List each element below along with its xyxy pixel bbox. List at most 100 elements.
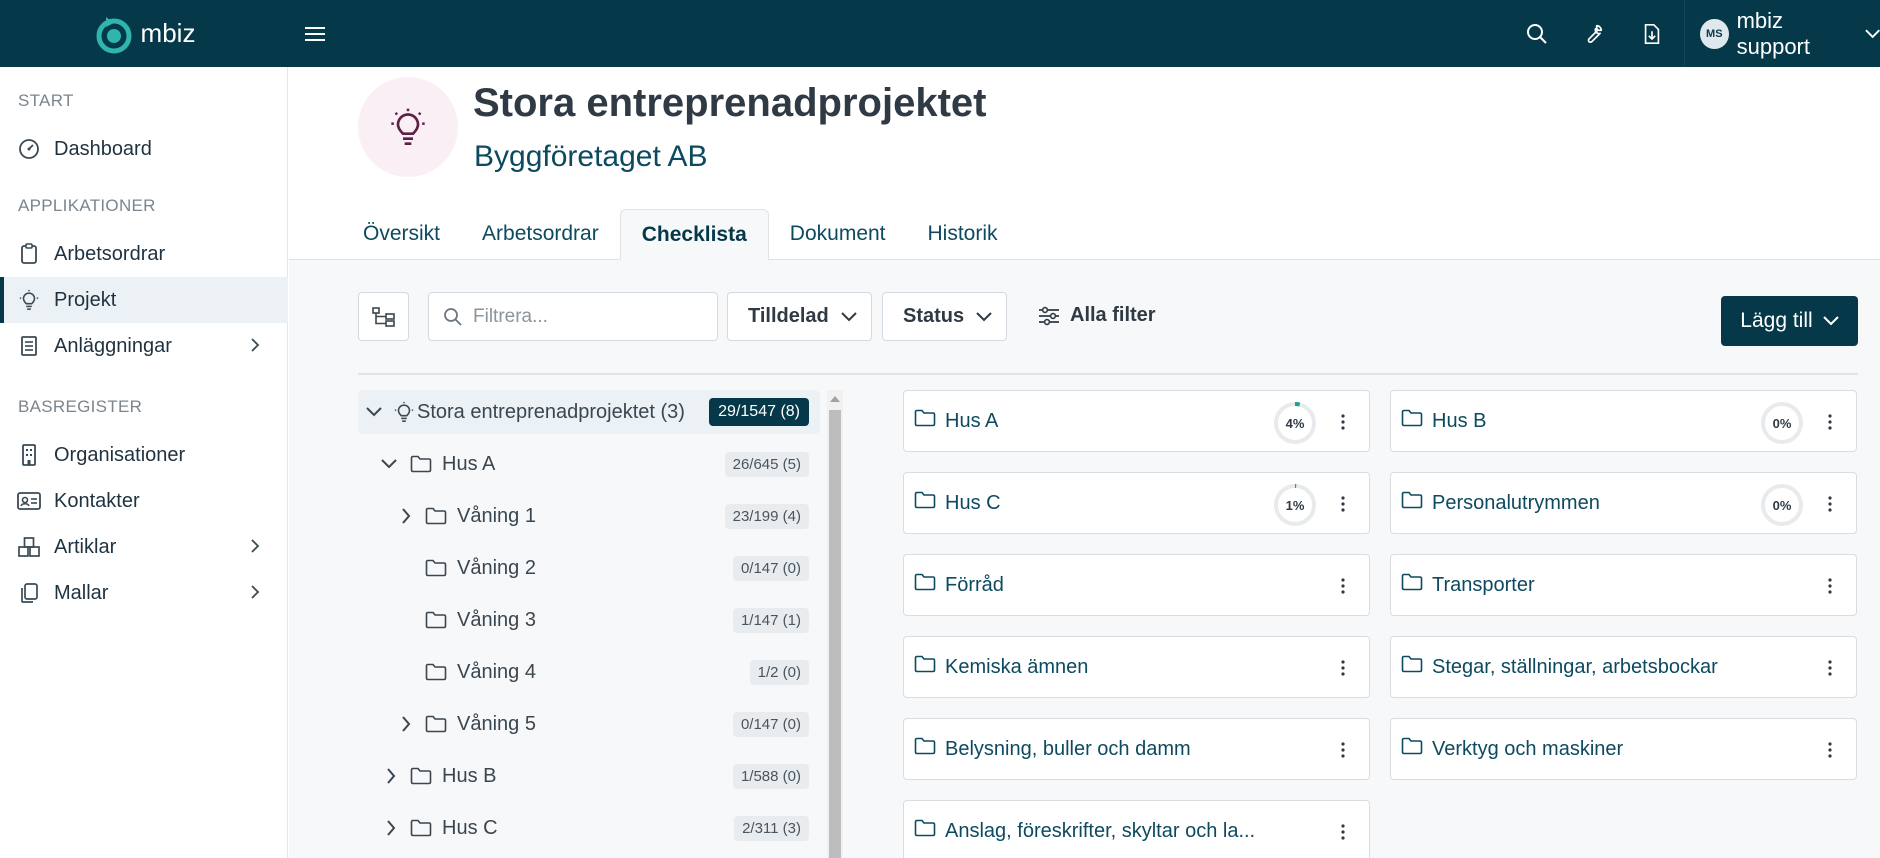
tree-node-count: 1/588 (0) xyxy=(732,763,809,789)
tree-view-toggle-button[interactable] xyxy=(358,292,409,341)
avatar: MS xyxy=(1700,18,1729,49)
sidebar-item-label: Anläggningar xyxy=(54,334,172,357)
hamburger-icon xyxy=(305,27,325,41)
assigned-dropdown-label: Tilldelad xyxy=(748,305,829,327)
tree-node-vaning-2[interactable]: Våning 2 0/147 (0) xyxy=(358,546,820,590)
chevron-right-icon[interactable] xyxy=(379,816,403,840)
add-button[interactable]: Lägg till xyxy=(1721,296,1858,346)
chevron-right-icon[interactable] xyxy=(379,764,403,788)
lightbulb-icon xyxy=(392,400,416,424)
all-filters-button[interactable]: Alla filter xyxy=(1038,304,1156,327)
chevron-down-icon xyxy=(841,311,857,321)
scroll-up-arrow-icon[interactable] xyxy=(830,396,840,402)
filter-text-field[interactable] xyxy=(473,305,693,328)
folder-icon xyxy=(1401,655,1423,673)
more-options-icon[interactable] xyxy=(1820,575,1840,597)
tree-node-count: 2/311 (3) xyxy=(734,815,809,841)
download-button[interactable] xyxy=(1635,17,1669,51)
tree-node-label: Våning 2 xyxy=(457,556,536,579)
checklist-card[interactable]: Anslag, föreskrifter, skyltar och la... xyxy=(903,800,1370,858)
tree-node-vaning-1[interactable]: Våning 1 23/199 (4) xyxy=(358,494,820,538)
tree-node-count: 29/1547 (8) xyxy=(709,398,809,426)
tree-node-root[interactable]: Stora entreprenadprojektet (3) 29/1547 (… xyxy=(358,390,820,434)
checklist-card[interactable]: Personalutrymmen 0% xyxy=(1390,472,1857,534)
file-download-icon xyxy=(1644,24,1660,44)
chevron-down-icon[interactable] xyxy=(377,452,401,476)
tree-node-hus-b[interactable]: Hus B 1/588 (0) xyxy=(358,754,820,798)
search-button[interactable] xyxy=(1520,17,1554,51)
checklist-card[interactable]: Kemiska ämnen xyxy=(903,636,1370,698)
boxes-icon xyxy=(17,535,41,559)
folder-icon xyxy=(914,409,936,427)
more-options-icon[interactable] xyxy=(1333,739,1353,761)
chevron-right-icon[interactable] xyxy=(394,712,418,736)
more-options-icon[interactable] xyxy=(1333,411,1353,433)
section-applikationer: APPLIKATIONER xyxy=(18,196,156,215)
tab-dokument[interactable]: Dokument xyxy=(769,208,907,260)
checklist-card[interactable]: Hus B 0% xyxy=(1390,390,1857,452)
tab-bar: Översikt Arbetsordrar Checklista Dokumen… xyxy=(342,208,1019,261)
office-building-icon xyxy=(17,443,41,467)
folder-icon xyxy=(1401,573,1423,591)
tab-historik[interactable]: Historik xyxy=(907,208,1019,260)
folder-icon xyxy=(914,573,936,591)
checklist-card[interactable]: Transporter xyxy=(1390,554,1857,616)
sidebar-item-mallar[interactable]: Mallar xyxy=(0,570,288,616)
sliders-icon xyxy=(1039,306,1059,325)
sidebar-item-projekt[interactable]: Projekt xyxy=(0,277,288,323)
sidebar-item-anlaggningar[interactable]: Anläggningar xyxy=(0,323,288,369)
card-label: Stegar, ställningar, arbetsbockar xyxy=(1432,655,1718,678)
user-menu[interactable]: MS mbiz support xyxy=(1684,0,1880,67)
checklist-card[interactable]: Hus A 4% xyxy=(903,390,1370,452)
folder-icon xyxy=(409,816,433,840)
status-dropdown[interactable]: Status xyxy=(882,292,1008,341)
checklist-card[interactable]: Belysning, buller och damm xyxy=(903,718,1370,780)
sidebar-item-artiklar[interactable]: Artiklar xyxy=(0,524,288,570)
clipboard-icon xyxy=(17,242,41,266)
tab-arbetsordrar[interactable]: Arbetsordrar xyxy=(461,208,620,260)
scroll-thumb[interactable] xyxy=(829,410,841,858)
more-options-icon[interactable] xyxy=(1820,657,1840,679)
menu-toggle-button[interactable] xyxy=(300,19,330,49)
more-options-icon[interactable] xyxy=(1820,739,1840,761)
more-options-icon[interactable] xyxy=(1333,821,1353,843)
tree-node-vaning-3[interactable]: Våning 3 1/147 (1) xyxy=(358,598,820,642)
sidebar-item-label: Projekt xyxy=(54,288,117,311)
search-icon xyxy=(444,307,462,326)
tree-node-vaning-4[interactable]: Våning 4 1/2 (0) xyxy=(358,650,820,694)
sidebar-item-kontakter[interactable]: Kontakter xyxy=(0,478,288,524)
more-options-icon[interactable] xyxy=(1333,657,1353,679)
more-options-icon[interactable] xyxy=(1333,575,1353,597)
filter-input[interactable] xyxy=(428,292,718,341)
tree-node-vaning-5[interactable]: Våning 5 0/147 (0) xyxy=(358,702,820,746)
sidebar-item-organisationer[interactable]: Organisationer xyxy=(0,432,288,478)
sidebar-item-label: Kontakter xyxy=(54,489,140,512)
brand-logo[interactable]: mbiz xyxy=(0,0,288,67)
sidebar-item-dashboard[interactable]: Dashboard xyxy=(0,126,288,172)
checklist-card[interactable]: Hus C 1% xyxy=(903,472,1370,534)
chevron-right-icon[interactable] xyxy=(394,504,418,528)
checklist-card[interactable]: Verktyg och maskiner xyxy=(1390,718,1857,780)
checklist-card[interactable]: Förråd xyxy=(903,554,1370,616)
tab-checklista[interactable]: Checklista xyxy=(619,209,769,261)
card-label: Personalutrymmen xyxy=(1432,491,1600,514)
checklist-card[interactable]: Stegar, ställningar, arbetsbockar xyxy=(1390,636,1857,698)
more-options-icon[interactable] xyxy=(1820,493,1840,515)
tree-node-count: 0/147 (0) xyxy=(732,555,809,581)
tree-node-label: Våning 4 xyxy=(457,660,536,683)
chevron-down-icon xyxy=(1865,29,1880,38)
tree-node-hus-c[interactable]: Hus C 2/311 (3) xyxy=(358,806,820,850)
folder-icon xyxy=(424,660,448,684)
tools-button[interactable] xyxy=(1576,17,1610,51)
chevron-down-icon[interactable] xyxy=(362,400,386,424)
card-label: Hus C xyxy=(945,491,1001,514)
organization-link[interactable]: Byggföretaget AB xyxy=(474,140,708,174)
card-label: Hus A xyxy=(945,409,999,432)
tree-scrollbar[interactable] xyxy=(827,390,843,858)
assigned-dropdown[interactable]: Tilldelad xyxy=(727,292,872,341)
more-options-icon[interactable] xyxy=(1333,493,1353,515)
sidebar-item-arbetsordrar[interactable]: Arbetsordrar xyxy=(0,231,288,277)
tab-oversikt[interactable]: Översikt xyxy=(342,208,461,260)
more-options-icon[interactable] xyxy=(1820,411,1840,433)
tree-node-hus-a[interactable]: Hus A 26/645 (5) xyxy=(358,442,820,486)
